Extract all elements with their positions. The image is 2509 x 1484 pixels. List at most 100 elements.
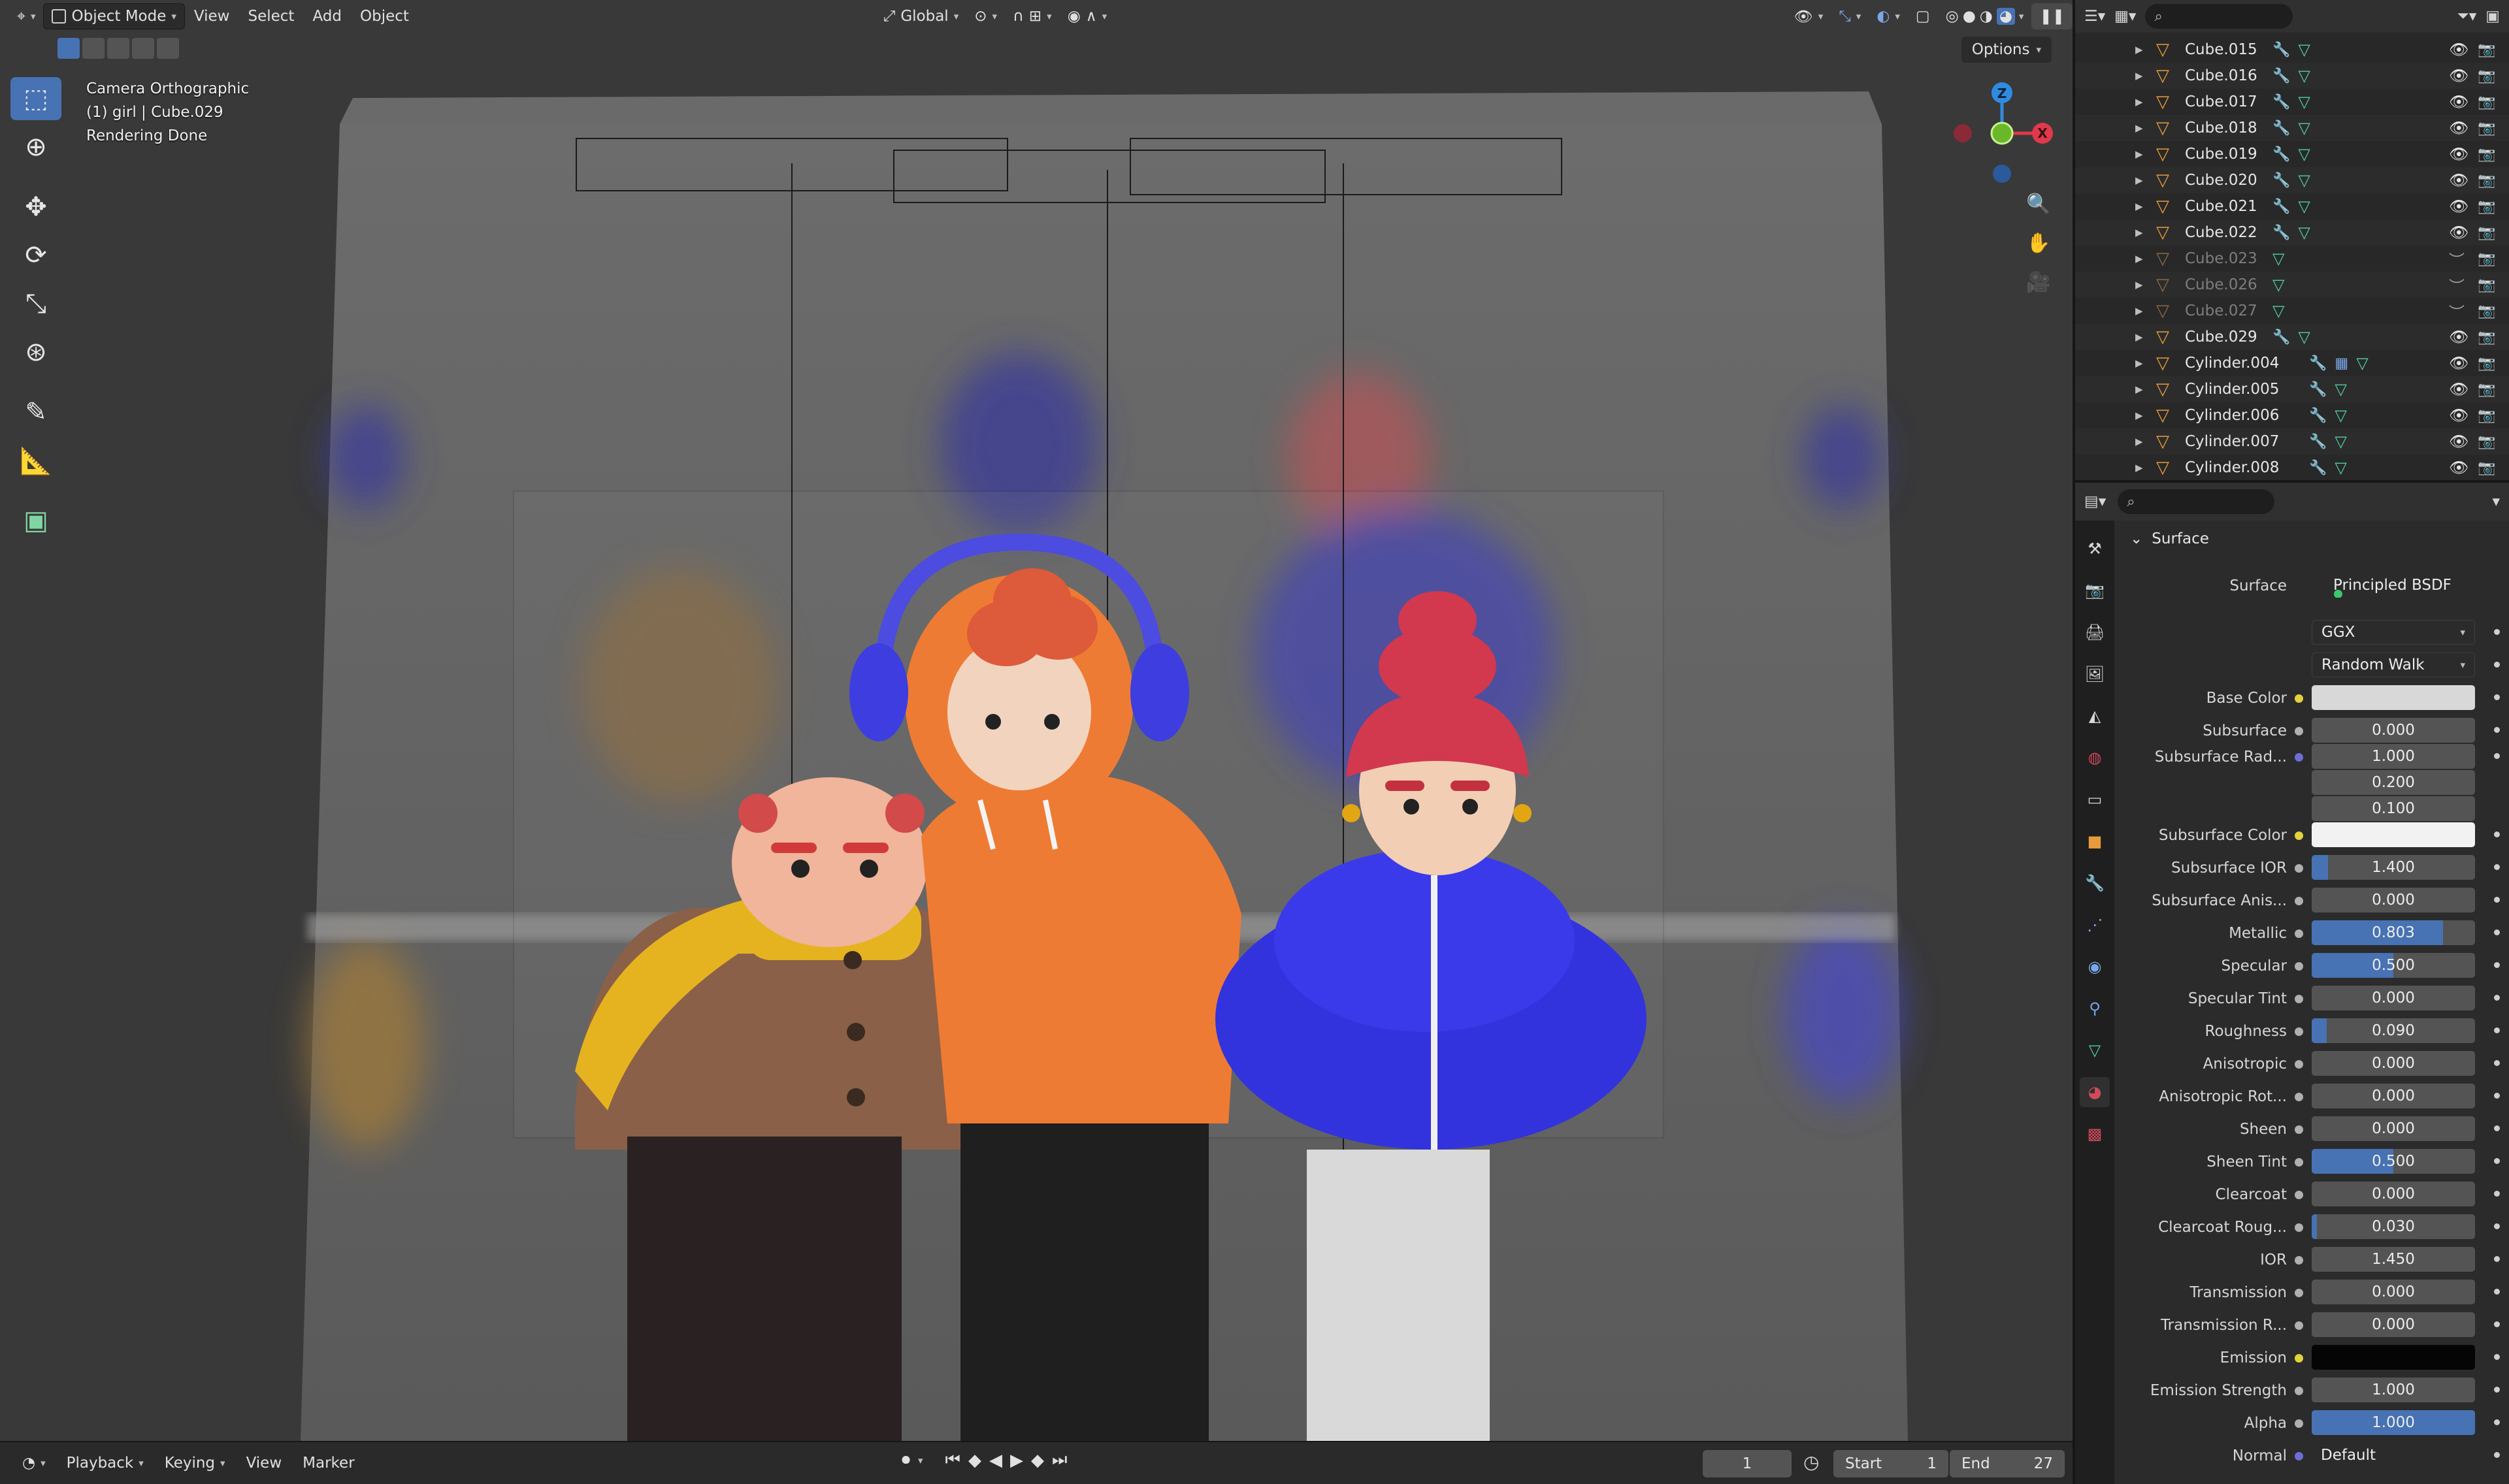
outliner-row[interactable]: ▶ ▽ Cylinder.005 🔧 ▽ 👁 📷 xyxy=(2075,376,2509,402)
rotate-tool[interactable]: ⟳ xyxy=(10,234,61,277)
expand-arrow-icon[interactable]: ▶ xyxy=(2135,122,2143,134)
expand-arrow-icon[interactable]: ▶ xyxy=(2135,148,2143,160)
mesh-data-icon[interactable]: ▽ xyxy=(2298,93,2310,111)
property-field[interactable]: Default xyxy=(2312,1443,2475,1468)
render-camera-icon[interactable]: 📷 xyxy=(2478,68,2495,84)
render-camera-icon[interactable]: 📷 xyxy=(2478,460,2495,476)
keyframe-dot-icon[interactable] xyxy=(2494,1321,2500,1327)
expand-arrow-icon[interactable]: ▶ xyxy=(2135,96,2143,108)
outliner-row[interactable]: ▶ ▽ Cube.023 ▽ ︶ 📷 xyxy=(2075,246,2509,272)
editor-type-button[interactable]: ⌖ ▾ xyxy=(9,3,43,29)
mesh-data-icon[interactable]: ▽ xyxy=(2298,223,2310,242)
keyframe-dot-icon[interactable] xyxy=(2494,929,2500,935)
render-camera-icon[interactable]: 📷 xyxy=(2478,329,2495,346)
menu-timeline-view[interactable]: View xyxy=(236,1455,293,1472)
outliner-row[interactable]: ▶ ▽ Cube.017 🔧 ▽ 👁 📷 xyxy=(2075,89,2509,115)
render-camera-icon[interactable]: 📷 xyxy=(2478,94,2495,110)
expand-arrow-icon[interactable]: ▶ xyxy=(2135,253,2143,265)
timeline-editor-type[interactable]: ◔ ▾ xyxy=(12,1455,56,1472)
surface-panel-header[interactable]: ⌄ Surface xyxy=(2114,521,2509,557)
property-slider[interactable]: 1.450 xyxy=(2312,1247,2475,1272)
neg-x-axis-handle[interactable] xyxy=(1954,124,1972,142)
render-camera-icon[interactable]: 📷 xyxy=(2478,120,2495,137)
mesh-data-icon[interactable]: ▽ xyxy=(2335,432,2346,451)
property-slider[interactable]: 0.500 xyxy=(2312,1149,2475,1174)
mesh-data-icon[interactable]: ▽ xyxy=(2272,250,2284,268)
chevron-down-icon[interactable]: ▾ xyxy=(2492,493,2500,510)
outliner-editor-type-icon[interactable]: ☰▾ xyxy=(2084,8,2105,25)
shading-modes[interactable]: ◎ ● ◑ ◕ ▾ xyxy=(1938,3,2032,29)
neg-z-axis-handle[interactable] xyxy=(1993,165,2011,183)
modifier-icon[interactable]: 🔧 xyxy=(2309,355,2327,372)
select-invert-mode[interactable] xyxy=(132,38,154,59)
keyframe-dot-icon[interactable] xyxy=(2494,995,2500,1001)
outliner-row[interactable]: ▶ ▽ Cube.018 🔧 ▽ 👁 📷 xyxy=(2075,115,2509,141)
property-slider[interactable]: 1.000 xyxy=(2312,744,2475,769)
modifiers-tab[interactable]: 🔧 xyxy=(2080,868,2110,898)
outliner-row[interactable]: ▶ ▽ Cube.021 🔧 ▽ 👁 📷 xyxy=(2075,193,2509,219)
jump-start-icon[interactable]: ⏮ xyxy=(945,1450,960,1470)
modifier-icon[interactable]: 🔧 xyxy=(2272,42,2290,58)
socket-dot-icon[interactable] xyxy=(2295,929,2303,938)
mode-selector[interactable]: Object Mode ▾ xyxy=(43,3,185,29)
eye-icon[interactable]: 👁 xyxy=(2449,432,2468,451)
keyframe-dot-icon[interactable] xyxy=(2494,831,2500,837)
socket-dot-icon[interactable] xyxy=(2295,1419,2303,1428)
outliner-row[interactable]: ▶ ▽ Cylinder.006 🔧 ▽ 👁 📷 xyxy=(2075,402,2509,428)
prev-keyframe-icon[interactable]: ◆ xyxy=(968,1451,981,1470)
mesh-data-icon[interactable]: ▽ xyxy=(2298,40,2310,59)
keyframe-dot-icon[interactable] xyxy=(2494,662,2500,668)
outliner-row[interactable]: ▶ ▽ Cube.029 🔧 ▽ 👁 📷 xyxy=(2075,324,2509,350)
keyframe-dot-icon[interactable] xyxy=(2494,1223,2500,1229)
keyframe-dot-icon[interactable] xyxy=(2494,753,2500,759)
outliner-row[interactable]: ▶ ▽ Cylinder.004 🔧 ▦ ▽ 👁 📷 xyxy=(2075,350,2509,376)
socket-dot-icon[interactable] xyxy=(2295,1289,2303,1297)
play-reverse-icon[interactable]: ◀ xyxy=(989,1451,1002,1470)
expand-arrow-icon[interactable]: ▶ xyxy=(2135,383,2143,395)
modifier-icon[interactable]: 🔧 xyxy=(2272,329,2290,346)
render-camera-icon[interactable]: 📷 xyxy=(2478,408,2495,424)
material-tab[interactable]: ◕ xyxy=(2080,1077,2110,1107)
socket-dot-icon[interactable] xyxy=(2295,831,2303,840)
transform-tool[interactable]: ⊛ xyxy=(10,331,61,374)
filter-icon[interactable]: ⏷▾ xyxy=(2457,8,2476,25)
pivot-point-button[interactable]: ⊙ ▾ xyxy=(966,3,1005,29)
output-tab[interactable]: 🖨 xyxy=(2080,617,2110,647)
display-mode-icon[interactable]: ▦▾ xyxy=(2114,8,2136,25)
socket-dot-icon[interactable] xyxy=(2295,1256,2303,1265)
mesh-data-icon[interactable]: ▽ xyxy=(2272,276,2284,294)
camera-view-button[interactable]: 🎥 xyxy=(2019,263,2058,302)
keyframe-dot-icon[interactable] xyxy=(2494,1419,2500,1425)
mesh-data-icon[interactable]: ▽ xyxy=(2298,145,2310,163)
eye-closed-icon[interactable]: ︶ xyxy=(2449,274,2465,297)
end-frame-field[interactable]: End 27 xyxy=(1950,1450,2065,1477)
keyframe-dot-icon[interactable] xyxy=(2494,864,2500,870)
eye-icon[interactable]: 👁 xyxy=(2449,328,2468,346)
eye-icon[interactable]: 👁 xyxy=(2449,145,2468,163)
play-icon[interactable]: ▶ xyxy=(1010,1451,1023,1470)
menu-marker[interactable]: Marker xyxy=(292,1455,365,1472)
socket-dot-icon[interactable] xyxy=(2295,694,2303,703)
rendered-shading-icon[interactable]: ◕ xyxy=(1996,8,2015,25)
mesh-data-icon[interactable]: ▽ xyxy=(2335,406,2346,425)
eye-closed-icon[interactable]: ︶ xyxy=(2449,300,2465,323)
view-layer-tab[interactable]: 🖼 xyxy=(2080,659,2110,689)
menu-view[interactable]: View xyxy=(185,8,239,25)
socket-dot-icon[interactable] xyxy=(2295,1223,2303,1232)
expand-arrow-icon[interactable]: ▶ xyxy=(2135,44,2143,56)
menu-playback[interactable]: Playback ▾ xyxy=(56,1455,154,1472)
property-slider[interactable]: 1.000 xyxy=(2312,1378,2475,1402)
eye-closed-icon[interactable]: ︶ xyxy=(2449,248,2465,270)
property-slider[interactable]: 1.400 xyxy=(2312,855,2475,880)
modifier-icon[interactable]: 🔧 xyxy=(2309,460,2327,476)
menu-object[interactable]: Object xyxy=(351,8,418,25)
color-swatch[interactable] xyxy=(2312,685,2475,710)
keyframe-dot-icon[interactable] xyxy=(2494,1093,2500,1099)
mesh-data-icon[interactable]: ▽ xyxy=(2298,197,2310,216)
socket-dot-icon[interactable] xyxy=(2295,753,2303,762)
eye-icon[interactable]: 👁 xyxy=(2449,406,2468,425)
zoom-button[interactable]: 🔍 xyxy=(2019,184,2058,223)
property-slider[interactable]: 0.090 xyxy=(2312,1018,2475,1043)
expand-arrow-icon[interactable]: ▶ xyxy=(2135,305,2143,317)
mesh-data-icon[interactable]: ▽ xyxy=(2298,328,2310,346)
